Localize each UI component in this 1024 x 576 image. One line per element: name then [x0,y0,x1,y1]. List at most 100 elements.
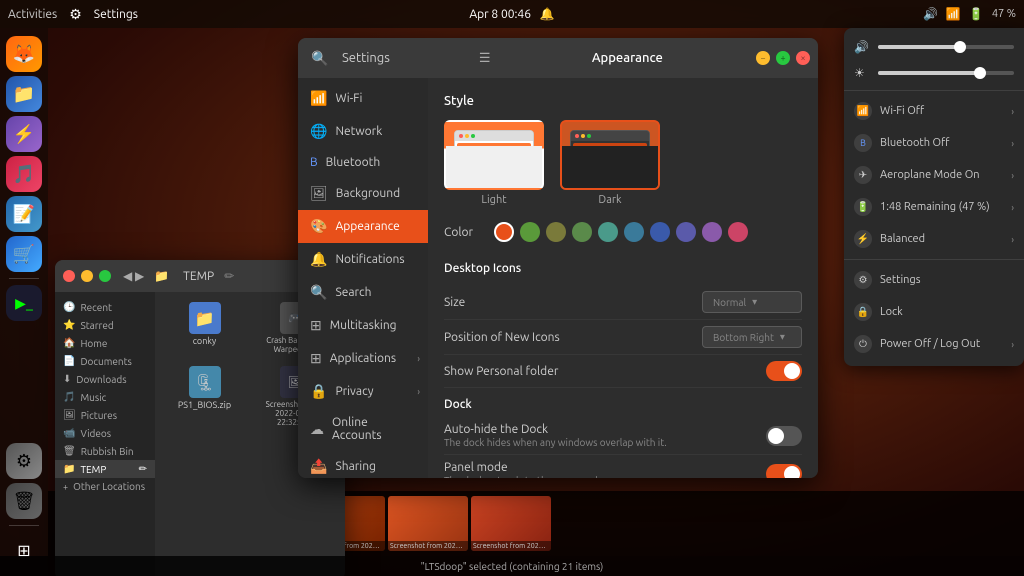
quicksettings-panel: 🔊 ☀ 📶 Wi-Fi Off › B [844,28,1024,366]
qs-airplane[interactable]: ✈ Aeroplane Mode On › [844,159,1024,191]
color-swatch-orange[interactable] [494,222,514,242]
qs-divider-1 [844,90,1024,91]
settings-close-button[interactable]: × [796,51,810,65]
color-swatch-green2[interactable] [572,222,592,242]
brightness-slider-row: ☀ [844,60,1024,86]
fm-sidebar-home[interactable]: 🏠Home [55,334,155,352]
fm-sidebar-downloads[interactable]: ⬇Downloads [55,370,155,388]
qs-lock[interactable]: 🔒 Lock [844,296,1024,328]
fm-title: TEMP [183,270,214,283]
brightness-icon: ☀ [854,66,870,80]
fm-sidebar-videos[interactable]: 📹Videos [55,424,155,442]
dock-icon-firefox[interactable]: 🦊 [6,36,42,72]
qs-airplane-label: Aeroplane Mode On [880,169,980,181]
personal-folder-toggle[interactable] [766,361,802,381]
status-bar: "LTSdoop" selected (containing 21 items) [0,556,1024,576]
panel-mode-toggle[interactable] [766,464,802,479]
dock-icon-appstore[interactable]: 🛒 [6,236,42,272]
nav-online-accounts[interactable]: ☁Online Accounts [298,408,428,450]
dock-icon-rhythmbox[interactable]: 🎵 [6,156,42,192]
network-icon[interactable]: 📶 [946,7,961,21]
nav-multitasking[interactable]: ⊞Multitasking [298,309,428,342]
panel-mode-desc: The dock extends to the screen edge. [444,475,611,478]
volume-slider[interactable] [878,45,1014,49]
qs-settings-label: Settings [880,274,921,286]
style-dark-label: Dark [598,194,621,206]
color-swatch-teal2[interactable] [624,222,644,242]
autohide-toggle[interactable] [766,426,802,446]
fm-sidebar-recent[interactable]: 🕒Recent [55,298,155,316]
fm-max-button[interactable] [99,270,111,282]
qs-power-mode[interactable]: ⚡ Balanced › [844,223,1024,255]
settings-minimize-button[interactable]: − [756,51,770,65]
style-dark-thumb[interactable] [560,120,660,190]
color-swatch-blue1[interactable] [650,222,670,242]
fm-sidebar-otherlocations[interactable]: +Other Locations [55,478,155,495]
settings-maximize-button[interactable]: + [776,51,790,65]
fm-close-button[interactable] [63,270,75,282]
color-swatch-purple1[interactable] [676,222,696,242]
battery-percent: 47 % [992,8,1016,20]
activities-button[interactable]: Activities [8,8,57,21]
qs-lock-icon: 🔒 [854,303,872,321]
color-swatch-pink[interactable] [728,222,748,242]
qs-power-mode-label: Balanced [880,233,925,245]
ts-thumb-6[interactable]: Screenshot from 2022-03-30 22:37:58... [471,496,551,551]
style-light-thumb[interactable] [444,120,544,190]
topbar-time: Apr 8 00:46 [469,8,531,21]
fm-file-ps1bios[interactable]: 🗜 PS1_BIOS.zip [161,362,248,431]
nav-privacy[interactable]: 🔒Privacy › [298,375,428,408]
brightness-slider[interactable] [878,71,1014,75]
style-dark-option[interactable]: Dark [560,120,660,206]
size-dropdown[interactable]: Normal ▾ [702,291,802,313]
status-text: "LTSdoop" selected (containing 21 items) [421,561,604,572]
dock-icon-trash[interactable]: 🗑 [6,483,42,519]
fm-sidebar-temp[interactable]: 📁TEMP✏ [55,460,155,478]
battery-icon[interactable]: 🔋 [969,7,984,21]
settings-menu-button[interactable]: ☰ [471,44,499,72]
color-swatch-olive[interactable] [546,222,566,242]
dock: 🦊 📁 ⚡ 🎵 📝 🛒 ▶_ ⚙ 🗑 ⊞ [0,28,48,576]
dock-icon-texteditor[interactable]: 📝 [6,196,42,232]
qs-poweroff[interactable]: ⏻ Power Off / Log Out › [844,328,1024,360]
ts-thumb-5[interactable]: Screenshot from 2022-03-30 22:37:41... [388,496,468,551]
color-swatch-green1[interactable] [520,222,540,242]
nav-background[interactable]: 🖼Background [298,177,428,210]
style-options: Light [444,120,802,206]
nav-bluetooth[interactable]: BBluetooth [298,148,428,177]
dock-icon-files[interactable]: 📁 [6,76,42,112]
settings-search-button[interactable]: 🔍 [306,44,334,72]
fm-file-conky[interactable]: 📁 conky [161,298,248,358]
dock-icon-thunderbird[interactable]: ⚡ [6,116,42,152]
nav-notifications[interactable]: 🔔Notifications [298,243,428,276]
color-swatch-purple2[interactable] [702,222,722,242]
qs-battery[interactable]: 🔋 1:48 Remaining (47 %) › [844,191,1024,223]
color-swatch-teal1[interactable] [598,222,618,242]
nav-applications[interactable]: ⊞Applications › [298,342,428,375]
fm-sidebar-documents[interactable]: 📄Documents [55,352,155,370]
nav-network[interactable]: 🌐Network [298,115,428,148]
size-value: Normal [713,297,746,308]
position-dropdown[interactable]: Bottom Right ▾ [702,326,802,348]
fm-min-button[interactable] [81,270,93,282]
qs-airplane-icon: ✈ [854,166,872,184]
qs-settings-icon: ⚙ [854,271,872,289]
nav-appearance[interactable]: 🎨Appearance [298,210,428,243]
qs-settings[interactable]: ⚙ Settings [844,264,1024,296]
dock-icon-settings[interactable]: ⚙ [6,443,42,479]
nav-search[interactable]: 🔍Search [298,276,428,309]
nav-sharing[interactable]: 📤Sharing [298,450,428,478]
qs-wifi-icon: 📶 [854,102,872,120]
nav-wifi[interactable]: 📶Wi-Fi [298,82,428,115]
settings-window: 🔍 Settings ☰ Appearance − + × 📶Wi-Fi 🌐Ne… [298,38,818,478]
fm-sidebar-pictures[interactable]: 🖼Pictures [55,406,155,424]
qs-wifi[interactable]: 📶 Wi-Fi Off › [844,95,1024,127]
sound-icon[interactable]: 🔊 [923,7,938,21]
qs-wifi-label: Wi-Fi Off [880,105,924,117]
fm-sidebar-music[interactable]: 🎵Music [55,388,155,406]
qs-bluetooth[interactable]: B Bluetooth Off › [844,127,1024,159]
style-light-option[interactable]: Light [444,120,544,206]
fm-sidebar-starred[interactable]: ⭐Starred [55,316,155,334]
dock-icon-terminal[interactable]: ▶_ [6,285,42,321]
fm-sidebar-rubbish[interactable]: 🗑Rubbish Bin [55,442,155,460]
